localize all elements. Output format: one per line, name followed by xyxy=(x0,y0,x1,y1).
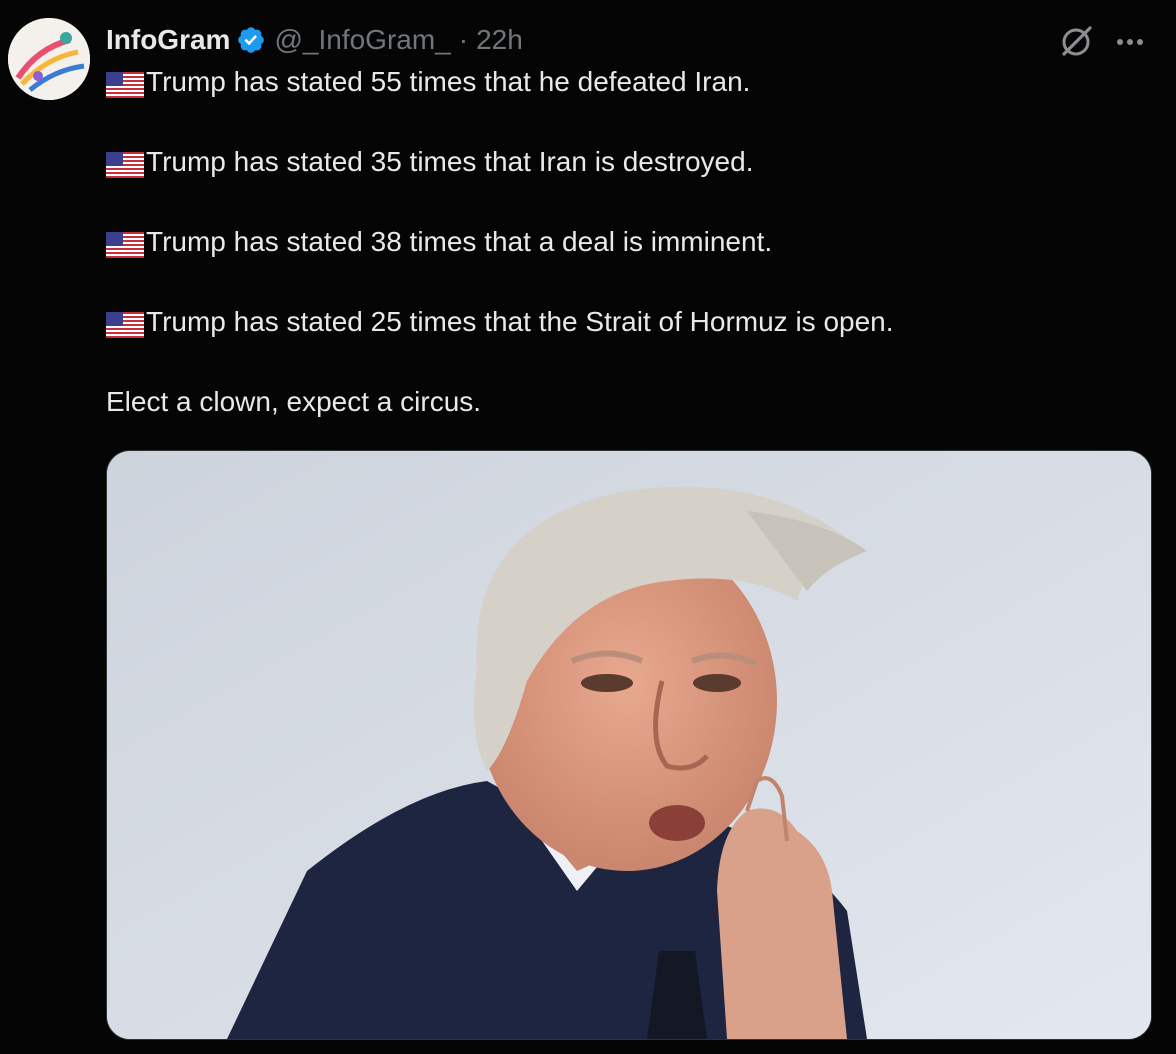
tweet-media-photo[interactable] xyxy=(106,450,1152,1040)
tweet-container: InfoGram @_InfoGram_ · 22h Trump has sta… xyxy=(0,0,1176,1054)
verified-badge-icon[interactable] xyxy=(236,25,266,55)
photo-man-in-suit-whispering xyxy=(107,451,1151,1039)
tweet-header: InfoGram @_InfoGram_ · 22h xyxy=(106,22,523,58)
tweet-line: Trump has stated 55 times that he defeat… xyxy=(106,62,1156,102)
tweet-line-text: Trump has stated 25 times that the Strai… xyxy=(146,306,894,337)
us-flag-icon xyxy=(106,149,144,178)
header-separator: · xyxy=(458,24,469,55)
tweet-line: Trump has stated 25 times that the Strai… xyxy=(106,302,1156,342)
grok-icon[interactable] xyxy=(1056,22,1096,62)
author-avatar[interactable] xyxy=(8,18,90,100)
author-display-name[interactable]: InfoGram xyxy=(106,24,230,56)
tweet-line: Elect a clown, expect a circus. xyxy=(106,382,1156,422)
tweet-text: Trump has stated 55 times that he defeat… xyxy=(106,62,1156,422)
more-options-icon[interactable] xyxy=(1110,24,1150,60)
tweet-line-text: Trump has stated 38 times that a deal is… xyxy=(146,226,773,257)
tweet-line-text: Trump has stated 55 times that he defeat… xyxy=(146,66,751,97)
tweet-line-text: Elect a clown, expect a circus. xyxy=(106,386,482,417)
author-handle[interactable]: @_InfoGram_ xyxy=(274,24,450,56)
infogram-logo-avatar xyxy=(8,18,90,100)
tweet-line: Trump has stated 38 times that a deal is… xyxy=(106,222,1156,262)
us-flag-icon xyxy=(106,309,144,338)
tweet-line: Trump has stated 35 times that Iran is d… xyxy=(106,142,1156,182)
us-flag-icon xyxy=(106,69,144,98)
tweet-line-text: Trump has stated 35 times that Iran is d… xyxy=(146,146,754,177)
us-flag-icon xyxy=(106,229,144,258)
tweet-timestamp[interactable]: 22h xyxy=(476,24,523,56)
